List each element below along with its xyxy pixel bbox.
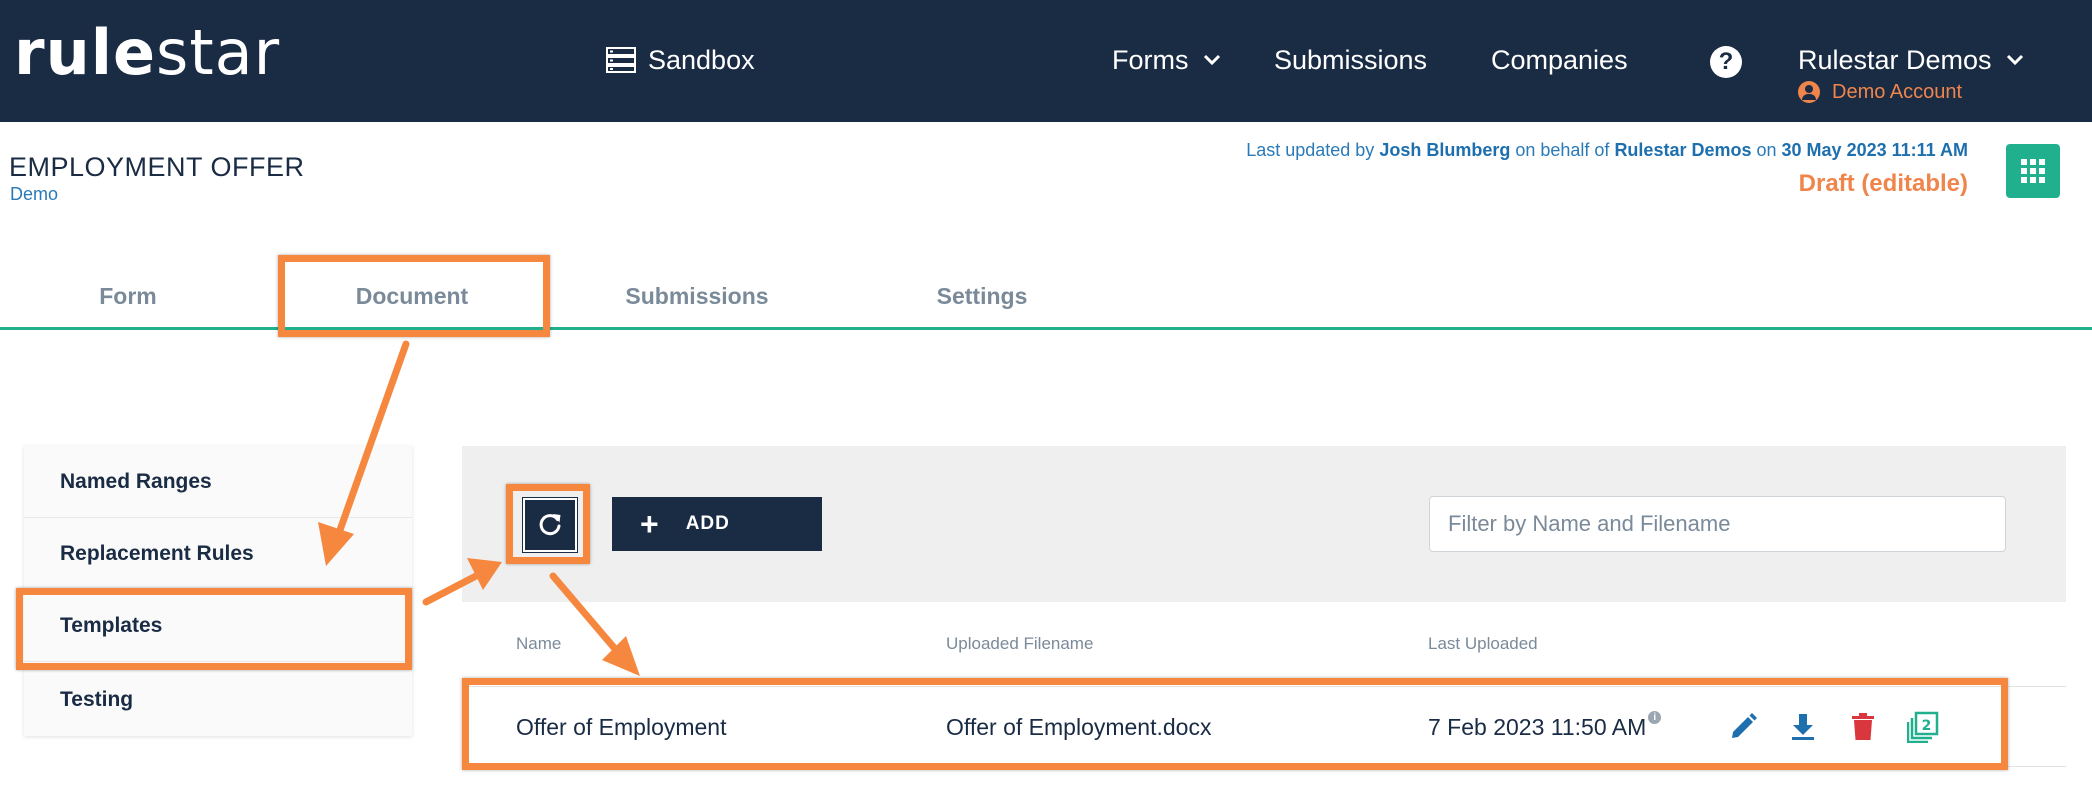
nav-companies-label: Companies xyxy=(1491,44,1628,75)
updated-date: 30 May 2023 11:11 AM xyxy=(1781,140,1968,160)
tab-submissions[interactable]: Submissions xyxy=(597,278,797,314)
add-button-label: ADD xyxy=(685,513,730,534)
highlight-document-tab xyxy=(278,255,550,337)
grid-icon xyxy=(2021,159,2045,183)
nav-forms[interactable]: Forms xyxy=(1112,40,1221,80)
user-circle-icon xyxy=(1798,81,1820,103)
nav-submissions[interactable]: Submissions xyxy=(1274,40,1427,80)
logo-bold-part: rule xyxy=(14,16,157,89)
side-item-replacement-rules[interactable]: Replacement Rules xyxy=(24,518,412,590)
plus-icon: + xyxy=(640,506,660,542)
filter-input[interactable] xyxy=(1429,496,2006,552)
apps-grid-button[interactable] xyxy=(2006,144,2060,198)
help-icon[interactable]: ? xyxy=(1710,46,1742,78)
chevron-down-icon xyxy=(1203,54,1220,66)
server-icon xyxy=(606,47,636,73)
highlight-refresh-button xyxy=(506,484,590,564)
arrowhead-row xyxy=(602,636,640,676)
column-header-last-uploaded[interactable]: Last Uploaded xyxy=(1428,634,1538,654)
account-menu[interactable]: Rulestar Demos xyxy=(1798,40,2024,80)
top-navigation-bar: rulestar Sandbox Forms Submissions Compa… xyxy=(0,0,2092,122)
chevron-down-icon xyxy=(2006,54,2023,66)
account-subtitle[interactable]: Demo Account xyxy=(1798,78,1962,106)
updated-company: Rulestar Demos xyxy=(1614,140,1752,160)
account-name-label: Rulestar Demos xyxy=(1798,44,1992,75)
updated-on: on xyxy=(1751,140,1782,160)
add-template-button[interactable]: + ADD xyxy=(612,497,822,551)
rulestar-logo[interactable]: rulestar xyxy=(14,16,280,90)
highlight-templates-item xyxy=(16,588,412,670)
last-updated-info: Last updated by Josh Blumberg on behalf … xyxy=(1246,140,1968,161)
environment-indicator[interactable]: Sandbox xyxy=(606,40,755,80)
account-sub-label: Demo Account xyxy=(1832,80,1963,103)
side-item-named-ranges[interactable]: Named Ranges xyxy=(24,446,412,518)
status-badge: Draft (editable) xyxy=(1798,170,1968,197)
column-header-name[interactable]: Name xyxy=(516,634,561,654)
updated-middle: on behalf of xyxy=(1510,140,1615,160)
nav-submissions-label: Submissions xyxy=(1274,44,1428,75)
page-subtitle: Demo xyxy=(10,184,59,204)
column-header-uploaded-filename[interactable]: Uploaded Filename xyxy=(946,634,1093,654)
page-title: EMPLOYMENT OFFER xyxy=(9,152,305,182)
updated-user: Josh Blumberg xyxy=(1379,140,1511,160)
environment-label: Sandbox xyxy=(648,44,755,75)
nav-forms-label: Forms xyxy=(1112,44,1189,75)
tab-settings[interactable]: Settings xyxy=(902,278,1062,314)
updated-prefix: Last updated by xyxy=(1246,140,1380,160)
highlight-template-row xyxy=(462,678,2008,770)
tab-form[interactable]: Form xyxy=(68,278,188,314)
nav-companies[interactable]: Companies xyxy=(1491,40,1628,80)
logo-light-part: star xyxy=(156,16,281,89)
side-item-testing[interactable]: Testing xyxy=(24,664,412,736)
